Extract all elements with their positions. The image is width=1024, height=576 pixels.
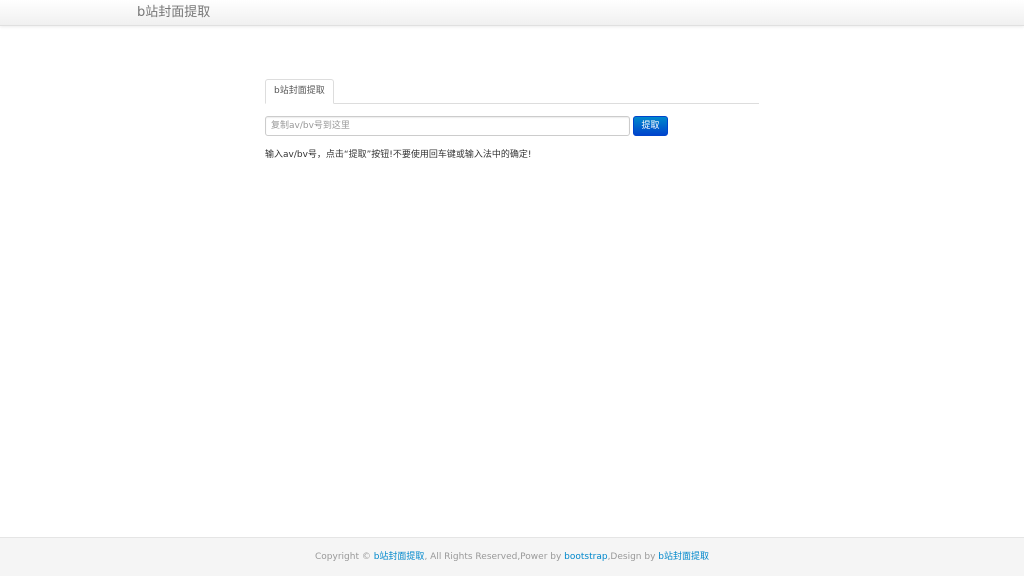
footer-site-link[interactable]: b站封面提取 — [374, 552, 425, 562]
usage-hint: 输入av/bv号，点击“提取”按钮!不要使用回车键或输入法中的确定! — [265, 150, 532, 160]
brand-link[interactable]: b站封面提取 — [137, 5, 210, 21]
top-navbar: b站封面提取 — [0, 0, 1024, 26]
footer-designer-link[interactable]: b站封面提取 — [658, 552, 709, 562]
av-bv-input[interactable] — [265, 116, 630, 136]
footer-design-by-text: ,Design by — [607, 552, 659, 562]
footer: Copyright © b站封面提取, All Rights Reserved,… — [0, 537, 1024, 576]
tab-cover-extract[interactable]: b站封面提取 — [265, 79, 334, 104]
footer-copyright-prefix: Copyright © — [315, 552, 374, 562]
extract-button[interactable]: 提取 — [633, 116, 668, 136]
footer-bootstrap-link[interactable]: bootstrap — [564, 552, 607, 562]
tab-bar: b站封面提取 — [265, 79, 759, 104]
footer-rights-text: , All Rights Reserved,Power by — [424, 552, 565, 562]
